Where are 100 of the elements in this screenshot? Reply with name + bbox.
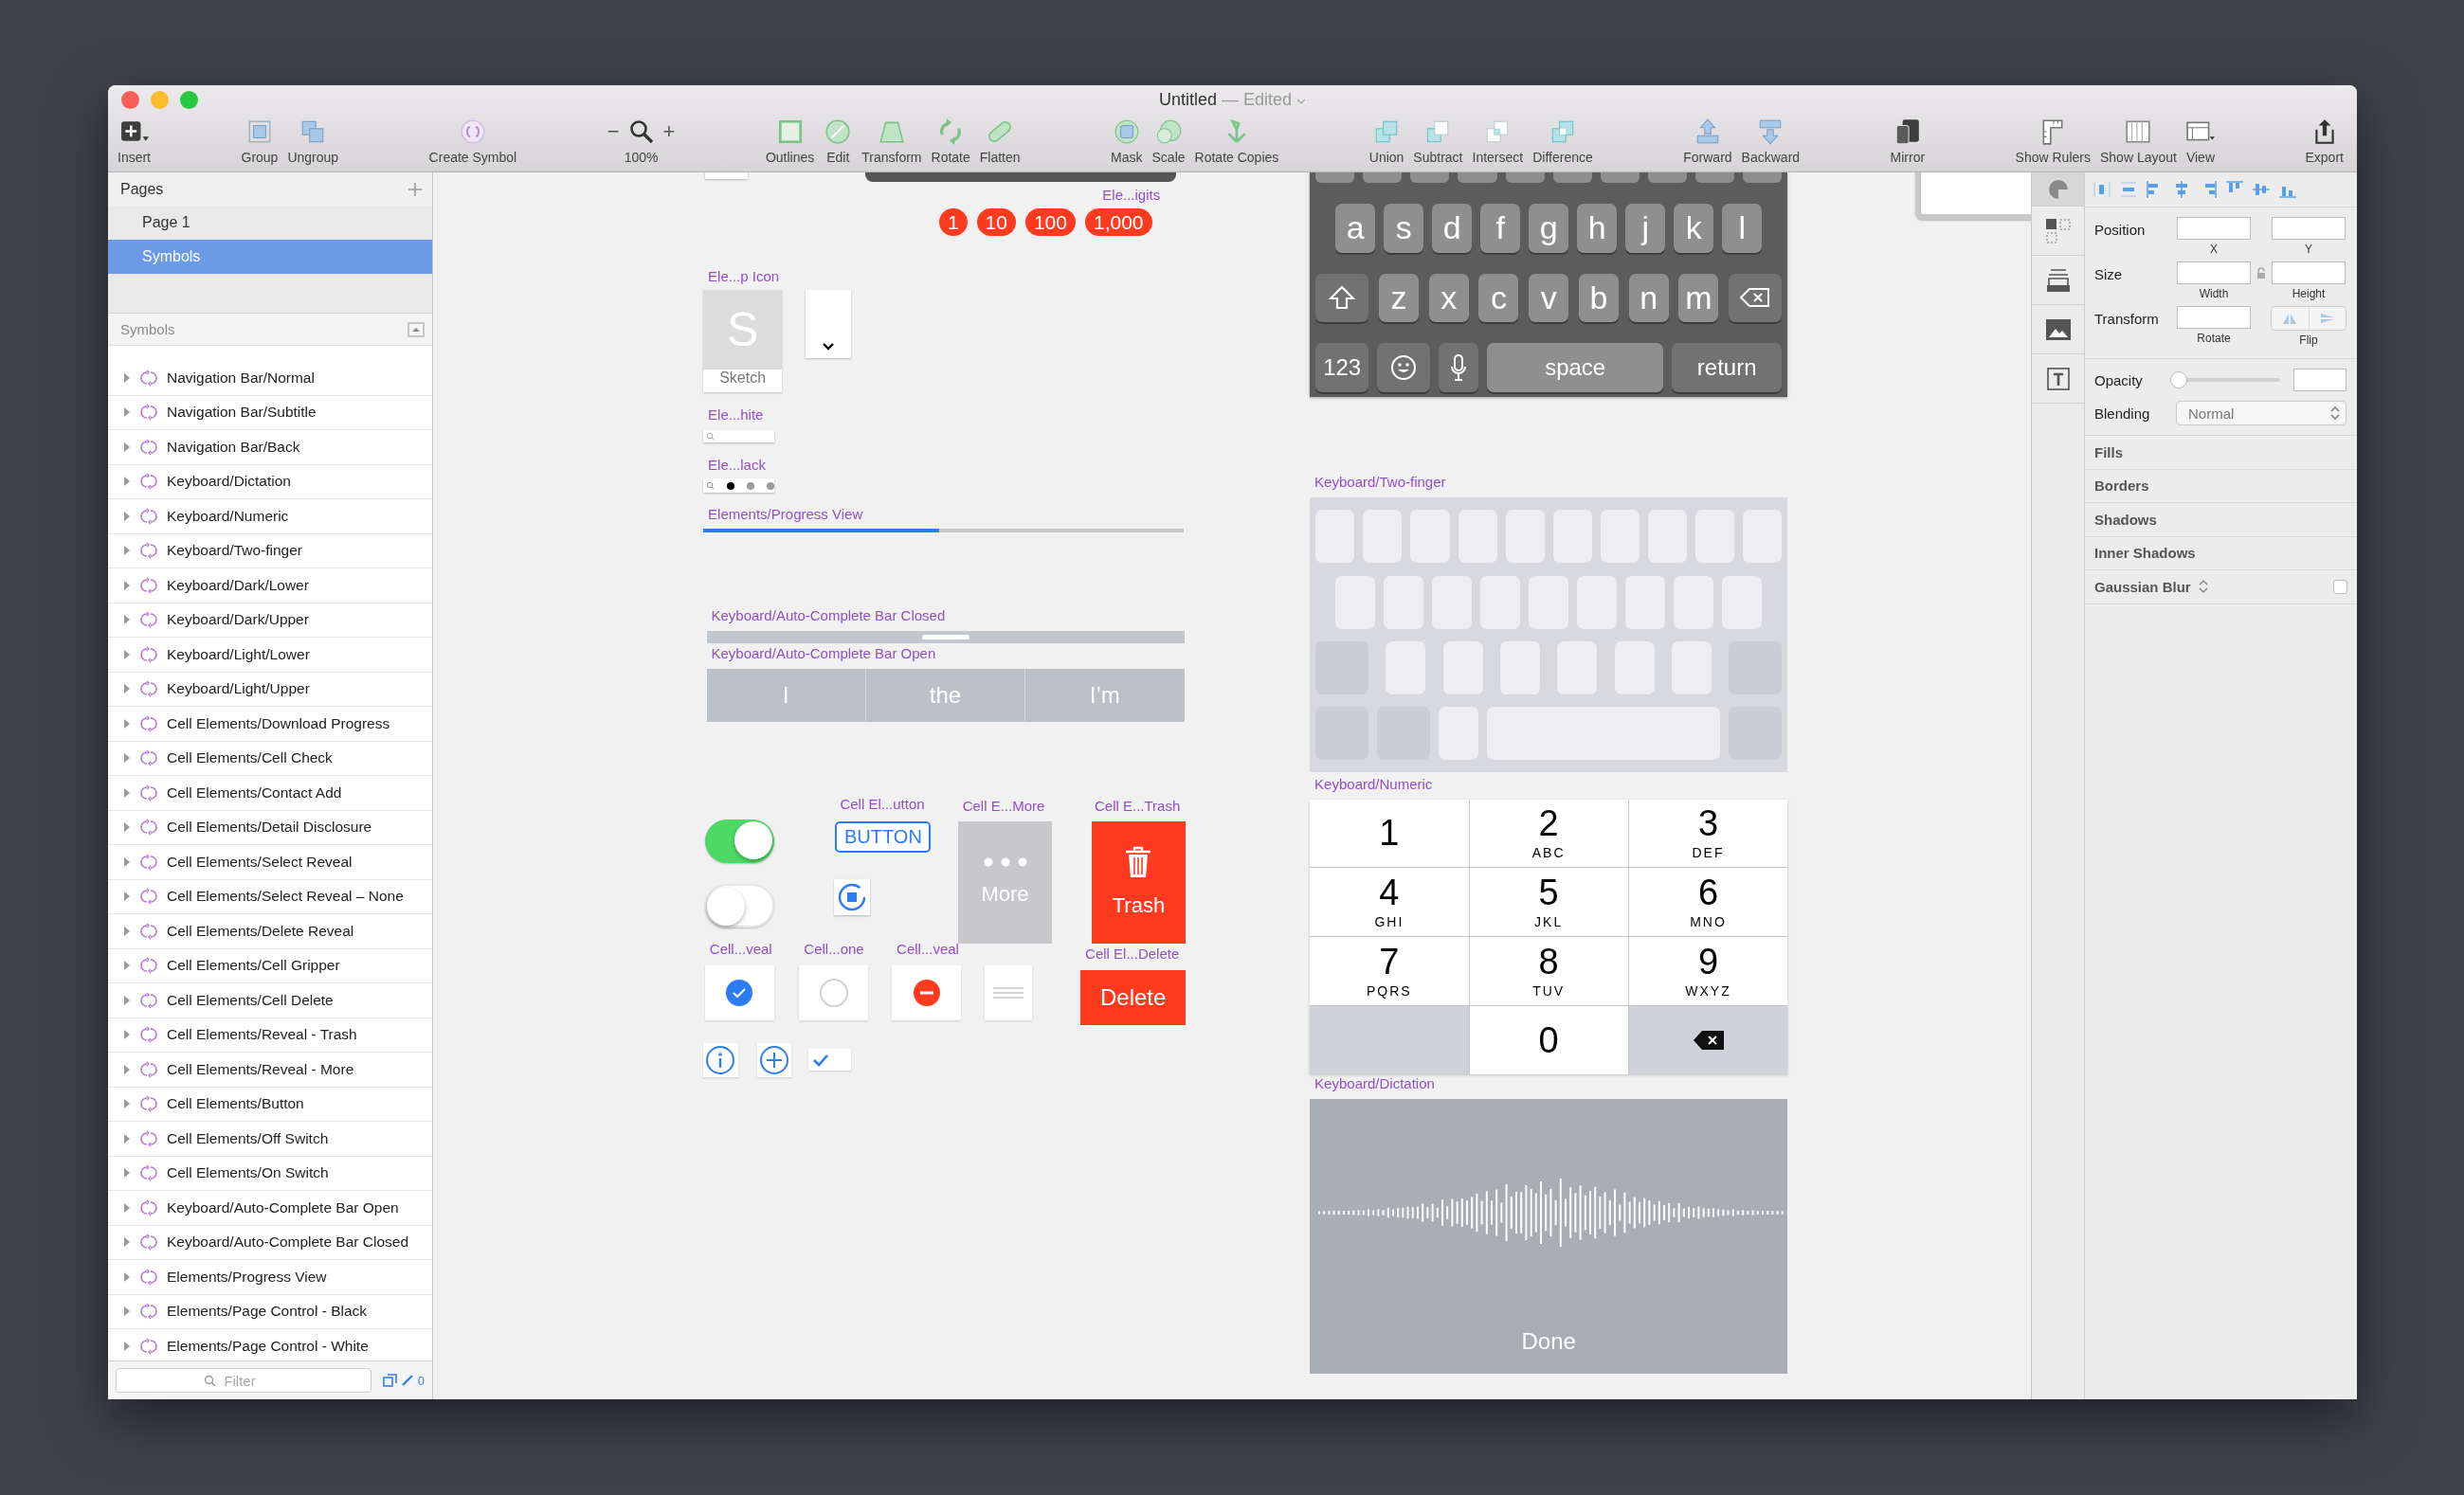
artboard-label[interactable]: Cell...veal: [897, 940, 959, 957]
toolbar-button[interactable]: Mirror: [1890, 117, 1926, 165]
page-dot[interactable]: [747, 481, 754, 490]
disclosure-icon[interactable]: [123, 1029, 131, 1041]
keyboard-key[interactable]: 123: [1315, 343, 1369, 393]
disclosure-icon[interactable]: [123, 510, 131, 522]
plus-icon[interactable]: [408, 181, 423, 197]
artboard-label[interactable]: Keyboard/Numeric: [1314, 775, 1433, 792]
symbol-item[interactable]: Keyboard/Auto-Complete Bar Closed: [108, 1225, 432, 1260]
disclosure-icon[interactable]: [123, 579, 131, 591]
stepper-icon[interactable]: [2198, 579, 2208, 595]
artboard-label[interactable]: Cell...one: [804, 940, 864, 957]
align-button[interactable]: [2093, 180, 2111, 199]
disclosure-icon[interactable]: [123, 371, 131, 384]
keypad-key[interactable]: 5 JKL: [1469, 868, 1628, 937]
disclosure-icon[interactable]: [123, 960, 131, 972]
disclosure-icon[interactable]: [123, 717, 131, 729]
symbol-item[interactable]: Cell Elements/Reveal - Trash: [108, 1018, 432, 1053]
disclosure-icon[interactable]: [123, 786, 131, 799]
keypad-key[interactable]: 4 GHI: [1310, 868, 1469, 937]
artboard-label[interactable]: Cell...veal: [709, 940, 772, 957]
symbol-item[interactable]: Elements/Page Control - Black: [108, 1294, 432, 1329]
toolbar-button[interactable]: Scale: [1151, 117, 1186, 165]
symbol-item[interactable]: Cell Elements/Detail Disclosure: [108, 810, 432, 845]
trash-action[interactable]: Trash: [1091, 820, 1187, 945]
artboard-label[interactable]: Ele...lack: [708, 457, 766, 474]
symbol-item[interactable]: Cell Elements/Select Reveal – None: [108, 879, 432, 914]
artboard-label[interactable]: Cell El...Delete: [1085, 945, 1180, 962]
checkbox[interactable]: [2333, 579, 2347, 594]
number-field[interactable]: [2272, 261, 2346, 284]
keypad-key[interactable]: 7 PQRS: [1310, 937, 1469, 1005]
disclosure-icon[interactable]: [123, 1098, 131, 1110]
toolbar-button[interactable]: Ungroup: [287, 117, 339, 165]
symbol-item[interactable]: Keyboard/Light/Lower: [108, 638, 432, 673]
disclosure-icon[interactable]: [123, 891, 131, 903]
symbol-item[interactable]: Navigation Bar/Subtitle: [108, 395, 432, 430]
disclosure-icon[interactable]: [123, 1340, 131, 1352]
disclosure-icon[interactable]: [123, 476, 131, 488]
symbol-item[interactable]: Cell Elements/On Switch: [108, 1156, 432, 1191]
toolbar-button[interactable]: Show Layout: [2099, 117, 2177, 165]
symbol-item[interactable]: Keyboard/Two-finger: [108, 533, 432, 568]
page-item[interactable]: Page 1: [108, 206, 432, 240]
toolbar-button[interactable]: Group: [241, 117, 279, 165]
filter-field[interactable]: Filter: [116, 1368, 371, 1393]
section-header[interactable]: Fills: [2094, 443, 2123, 460]
symbol-item[interactable]: Cell Elements/Reveal - More: [108, 1053, 432, 1088]
microphone-key[interactable]: [1439, 343, 1479, 393]
zoom-in-button[interactable]: +: [662, 119, 676, 144]
symbol-item[interactable]: Cell Elements/Contact Add: [108, 776, 432, 811]
number-field[interactable]: [2293, 369, 2346, 391]
symbol-item[interactable]: Cell Elements/Select Reveal: [108, 845, 432, 880]
keypad-key[interactable]: 6 MNO: [1628, 868, 1788, 937]
toolbar-button[interactable]: Insert: [118, 117, 151, 165]
artboard-label[interactable]: Ele...igits: [1102, 186, 1161, 203]
collapse-icon[interactable]: [408, 321, 425, 337]
zoom-button[interactable]: [180, 90, 198, 109]
artboard-label[interactable]: Keyboard/Dictation: [1314, 1075, 1435, 1092]
symbol-item[interactable]: Keyboard/Light/Upper: [108, 672, 432, 707]
disclosure-icon[interactable]: [123, 1236, 131, 1249]
disclosure-icon[interactable]: [123, 752, 131, 765]
artboard-label[interactable]: Cell E...More: [962, 797, 1045, 814]
symbol-item[interactable]: Keyboard/Auto-Complete Bar Open: [108, 1191, 432, 1226]
section-header[interactable]: Borders: [2094, 477, 2149, 495]
toolbar-button[interactable]: View: [2185, 117, 2215, 165]
symbol-item[interactable]: Cell Elements/Delete Reveal: [108, 914, 432, 949]
slider-thumb[interactable]: [2170, 371, 2187, 388]
toolbar-button[interactable]: Union: [1368, 117, 1404, 165]
disclosure-icon[interactable]: [123, 441, 131, 453]
lock-icon[interactable]: [2256, 267, 2266, 279]
disclosure-icon[interactable]: [123, 925, 131, 937]
toolbar-button[interactable]: Difference: [1532, 117, 1593, 165]
close-button[interactable]: [121, 90, 139, 109]
toolbar-button[interactable]: Create Symbol: [428, 117, 517, 165]
symbol-item[interactable]: Cell Elements/Download Progress: [108, 707, 432, 742]
zoom-out-button[interactable]: −: [607, 119, 620, 144]
number-field[interactable]: [2272, 217, 2346, 240]
symbol-item[interactable]: Elements/Progress View: [108, 1260, 432, 1295]
search-icon[interactable]: [628, 119, 654, 144]
disclosure-icon[interactable]: [123, 1201, 131, 1214]
toolbar-button[interactable]: Backward: [1741, 117, 1801, 165]
disclosure-icon[interactable]: [123, 1063, 131, 1075]
section-header[interactable]: Gaussian Blur: [2094, 578, 2191, 595]
toolbar-button[interactable]: Forward: [1683, 117, 1732, 165]
keypad-key[interactable]: 0: [1469, 1005, 1628, 1074]
disclosure-icon[interactable]: [123, 994, 131, 1006]
number-field[interactable]: [2177, 306, 2251, 329]
page-dot[interactable]: [766, 481, 774, 490]
disclosure-icon[interactable]: [123, 1306, 131, 1318]
toolbar-button[interactable]: Export: [2305, 117, 2344, 165]
disclosure-icon[interactable]: [123, 545, 131, 557]
disclosure-icon[interactable]: [123, 821, 131, 834]
disclosure-icon[interactable]: [123, 1167, 131, 1180]
symbol-item[interactable]: Cell Elements/Cell Check: [108, 741, 432, 776]
filter-input[interactable]: Filter: [222, 1371, 283, 1390]
artboard-label[interactable]: Keyboard/Auto-Complete Bar Open: [711, 645, 936, 662]
disclosure-icon[interactable]: [123, 856, 131, 868]
symbol-item[interactable]: Keyboard/Dictation: [108, 464, 432, 499]
emoji-key[interactable]: [1377, 343, 1431, 393]
artboard-label[interactable]: Cell E...Trash: [1095, 797, 1181, 814]
toolbar-button[interactable]: Outlines: [765, 117, 815, 165]
